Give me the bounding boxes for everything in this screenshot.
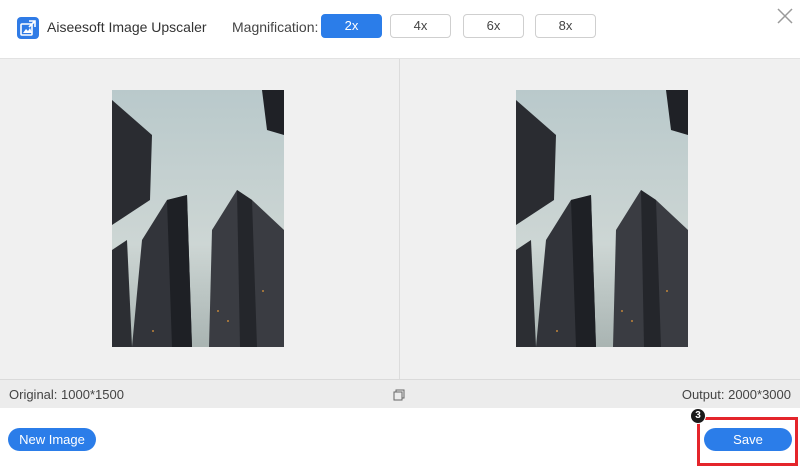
original-image [112, 90, 284, 347]
output-image [516, 90, 688, 347]
info-bar: Original: 1000*1500 Output: 2000*3000 [0, 379, 800, 408]
new-image-button[interactable]: New Image [8, 428, 96, 451]
save-button[interactable]: Save [704, 428, 792, 451]
footer: New Image Save 3 [0, 408, 800, 469]
preview-divider [399, 59, 400, 380]
original-size-text: Original: 1000*1500 [9, 387, 124, 402]
header: Aiseesoft Image Upscaler Magnification: … [0, 0, 800, 58]
output-size-text: Output: 2000*3000 [681, 387, 791, 402]
magnification-4x-button[interactable]: 4x [390, 14, 451, 38]
app-logo-icon [17, 17, 39, 39]
close-icon[interactable] [775, 6, 795, 26]
magnification-8x-button[interactable]: 8x [535, 14, 596, 38]
compare-icon[interactable] [393, 388, 405, 401]
magnification-label: Magnification: [232, 19, 319, 35]
step-badge: 3 [690, 408, 706, 424]
app-title: Aiseesoft Image Upscaler [47, 19, 207, 35]
magnification-6x-button[interactable]: 6x [463, 14, 524, 38]
preview-area [0, 58, 800, 380]
magnification-2x-button[interactable]: 2x [321, 14, 382, 38]
